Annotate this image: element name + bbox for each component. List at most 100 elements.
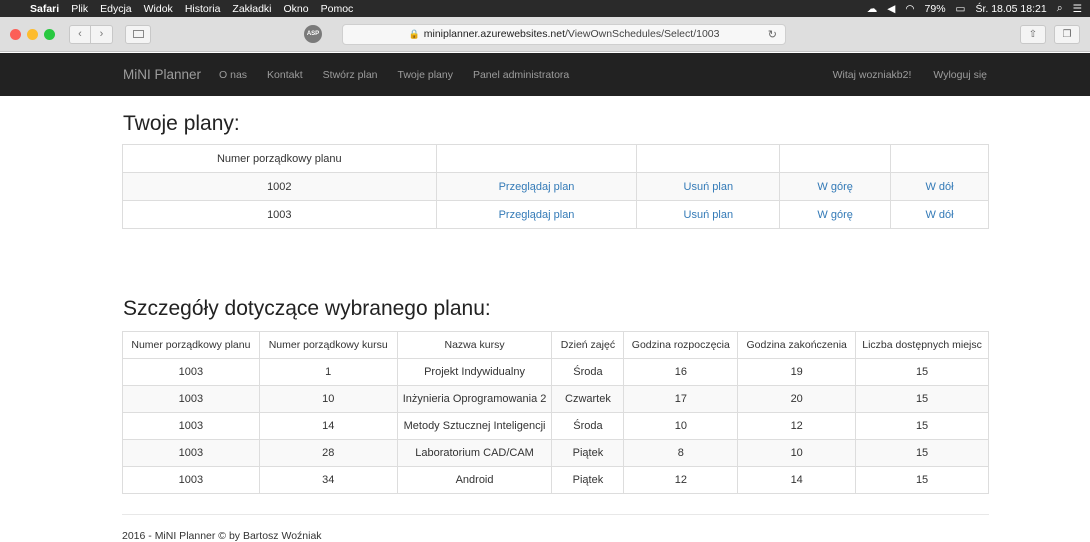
- share-button[interactable]: ⇧: [1020, 24, 1046, 44]
- minimize-window-button[interactable]: [27, 28, 38, 40]
- battery-percent[interactable]: 79%: [925, 3, 946, 15]
- table-row: 1002 Przeglądaj plan Usuń plan W górę W …: [122, 172, 989, 201]
- cell: Android: [396, 466, 553, 494]
- cell: 10: [623, 412, 739, 440]
- move-down-link[interactable]: W dół: [925, 181, 953, 193]
- column-header: Godzina zakończenia: [737, 331, 857, 359]
- nav-create-plan[interactable]: Stwórz plan: [323, 69, 378, 81]
- battery-icon[interactable]: ▭: [956, 3, 966, 15]
- plans-header-row: Numer porządkowy planu: [122, 144, 989, 173]
- forward-button[interactable]: ›: [91, 24, 113, 44]
- menu-window[interactable]: Okno: [284, 3, 309, 15]
- move-up-link[interactable]: W górę: [817, 181, 852, 193]
- menu-history[interactable]: Historia: [185, 3, 221, 15]
- menu-bookmarks[interactable]: Zakładki: [232, 3, 271, 15]
- plans-header-empty: [779, 144, 892, 173]
- details-header-row: Numer porządkowy planu Numer porządkowy …: [122, 331, 989, 359]
- cloud-icon[interactable]: ☁: [867, 3, 878, 15]
- clock[interactable]: Śr. 18.05 18:21: [975, 3, 1046, 15]
- nav-contact[interactable]: Kontakt: [267, 69, 303, 81]
- back-button[interactable]: ‹: [69, 24, 91, 44]
- address-bar[interactable]: 🔒 miniplanner.azurewebsites.net/ViewOwnS…: [342, 23, 786, 45]
- brand-link[interactable]: MiNI Planner: [123, 67, 201, 82]
- window-controls: [10, 28, 61, 40]
- url-domain: miniplanner.azurewebsites.net: [423, 28, 565, 40]
- delete-cell: Usuń plan: [636, 200, 781, 229]
- column-header: Nazwa kursy: [396, 331, 553, 359]
- nav-greeting[interactable]: Witaj wozniakb2!: [833, 69, 912, 81]
- cell: Piątek: [551, 439, 625, 467]
- column-header: Numer porządkowy planu: [122, 331, 260, 359]
- move-up-link[interactable]: W górę: [817, 209, 852, 221]
- cell: 1003: [122, 412, 260, 440]
- cell: Piątek: [551, 466, 625, 494]
- spotlight-icon[interactable]: ⌕: [1057, 2, 1063, 15]
- cell: 15: [855, 439, 989, 467]
- cell: 10: [737, 439, 857, 467]
- cell: 1003: [122, 385, 260, 413]
- cell: 12: [623, 466, 739, 494]
- plans-table: Numer porządkowy planu 1002 Przeglądaj p…: [122, 144, 989, 229]
- delete-plan-link[interactable]: Usuń plan: [684, 181, 734, 193]
- delete-cell: Usuń plan: [636, 172, 781, 201]
- menu-help[interactable]: Pomoc: [321, 3, 354, 15]
- lock-icon: 🔒: [408, 28, 420, 39]
- cell: 1003: [122, 439, 260, 467]
- cell: 34: [258, 466, 398, 494]
- menu-file[interactable]: Plik: [71, 3, 88, 15]
- site-favicon: ASP: [304, 25, 322, 43]
- cell: 19: [737, 358, 857, 386]
- nav-logout[interactable]: Wyloguj się: [933, 69, 987, 81]
- menu-app-safari[interactable]: Safari: [30, 3, 59, 15]
- view-plan-link[interactable]: Przeglądaj plan: [499, 209, 575, 221]
- plans-header-empty: [636, 144, 781, 173]
- browser-toolbar: ‹ › ASP 🔒 miniplanner.azurewebsites.net /…: [0, 17, 1090, 52]
- status-area: ☁ ◀ ◠ 79% ▭ Śr. 18.05 18:21 ⌕ ☰: [857, 2, 1090, 15]
- cell: Czwartek: [551, 385, 625, 413]
- toolbar-right: ⇧ ❐: [1012, 24, 1080, 44]
- plans-header-empty: [435, 144, 638, 173]
- menu-edit[interactable]: Edycja: [100, 3, 132, 15]
- table-row: 1003 14 Metody Sztucznej Inteligencji Śr…: [122, 412, 989, 440]
- table-row: 1003 34 Android Piątek 12 14 15: [122, 466, 989, 494]
- wifi-icon[interactable]: ◠: [905, 3, 914, 15]
- chevron-right-icon: ›: [99, 28, 104, 40]
- cell: Laboratorium CAD/CAM: [396, 439, 553, 467]
- column-header: Numer porządkowy kursu: [258, 331, 398, 359]
- nav-user-area: Witaj wozniakb2! Wyloguj się: [811, 69, 987, 81]
- cell: 12: [737, 412, 857, 440]
- plans-header-empty: [890, 144, 989, 173]
- volume-icon[interactable]: ◀: [887, 3, 895, 15]
- app-navbar: MiNI Planner O nas Kontakt Stwórz plan T…: [0, 53, 1090, 96]
- delete-plan-link[interactable]: Usuń plan: [684, 209, 734, 221]
- os-menu-bar: Safari Plik Edycja Widok Historia Zakład…: [0, 0, 1090, 17]
- url-path: /ViewOwnSchedules/Select/1003: [564, 28, 720, 40]
- cell: Środa: [551, 412, 625, 440]
- tabs-overview-button[interactable]: ❐: [1054, 24, 1080, 44]
- nav-about[interactable]: O nas: [219, 69, 247, 81]
- plan-id: 1002: [122, 172, 437, 201]
- nav-admin-panel[interactable]: Panel administratora: [473, 69, 569, 81]
- reload-icon[interactable]: ↻: [768, 28, 777, 41]
- zoom-window-button[interactable]: [44, 28, 55, 40]
- cell: 1: [258, 358, 398, 386]
- share-icon: ⇧: [1028, 28, 1038, 40]
- cell: 16: [623, 358, 739, 386]
- column-header: Liczba dostępnych miejsc: [855, 331, 989, 359]
- column-header: Godzina rozpoczęcia: [623, 331, 739, 359]
- sidebar-button[interactable]: [125, 24, 151, 44]
- view-cell: Przeglądaj plan: [435, 200, 638, 229]
- move-down-link[interactable]: W dół: [925, 209, 953, 221]
- menu-view[interactable]: Widok: [144, 3, 173, 15]
- close-window-button[interactable]: [10, 28, 21, 40]
- cell: 15: [855, 412, 989, 440]
- footer-divider: [122, 514, 989, 515]
- view-plan-link[interactable]: Przeglądaj plan: [499, 181, 575, 193]
- cell: 20: [737, 385, 857, 413]
- cell: 15: [855, 466, 989, 494]
- cell: Środa: [551, 358, 625, 386]
- cell: 1003: [122, 466, 260, 494]
- notification-center-icon[interactable]: ☰: [1073, 3, 1082, 15]
- nav-your-plans[interactable]: Twoje plany: [398, 69, 453, 81]
- plans-header-id: Numer porządkowy planu: [122, 144, 437, 173]
